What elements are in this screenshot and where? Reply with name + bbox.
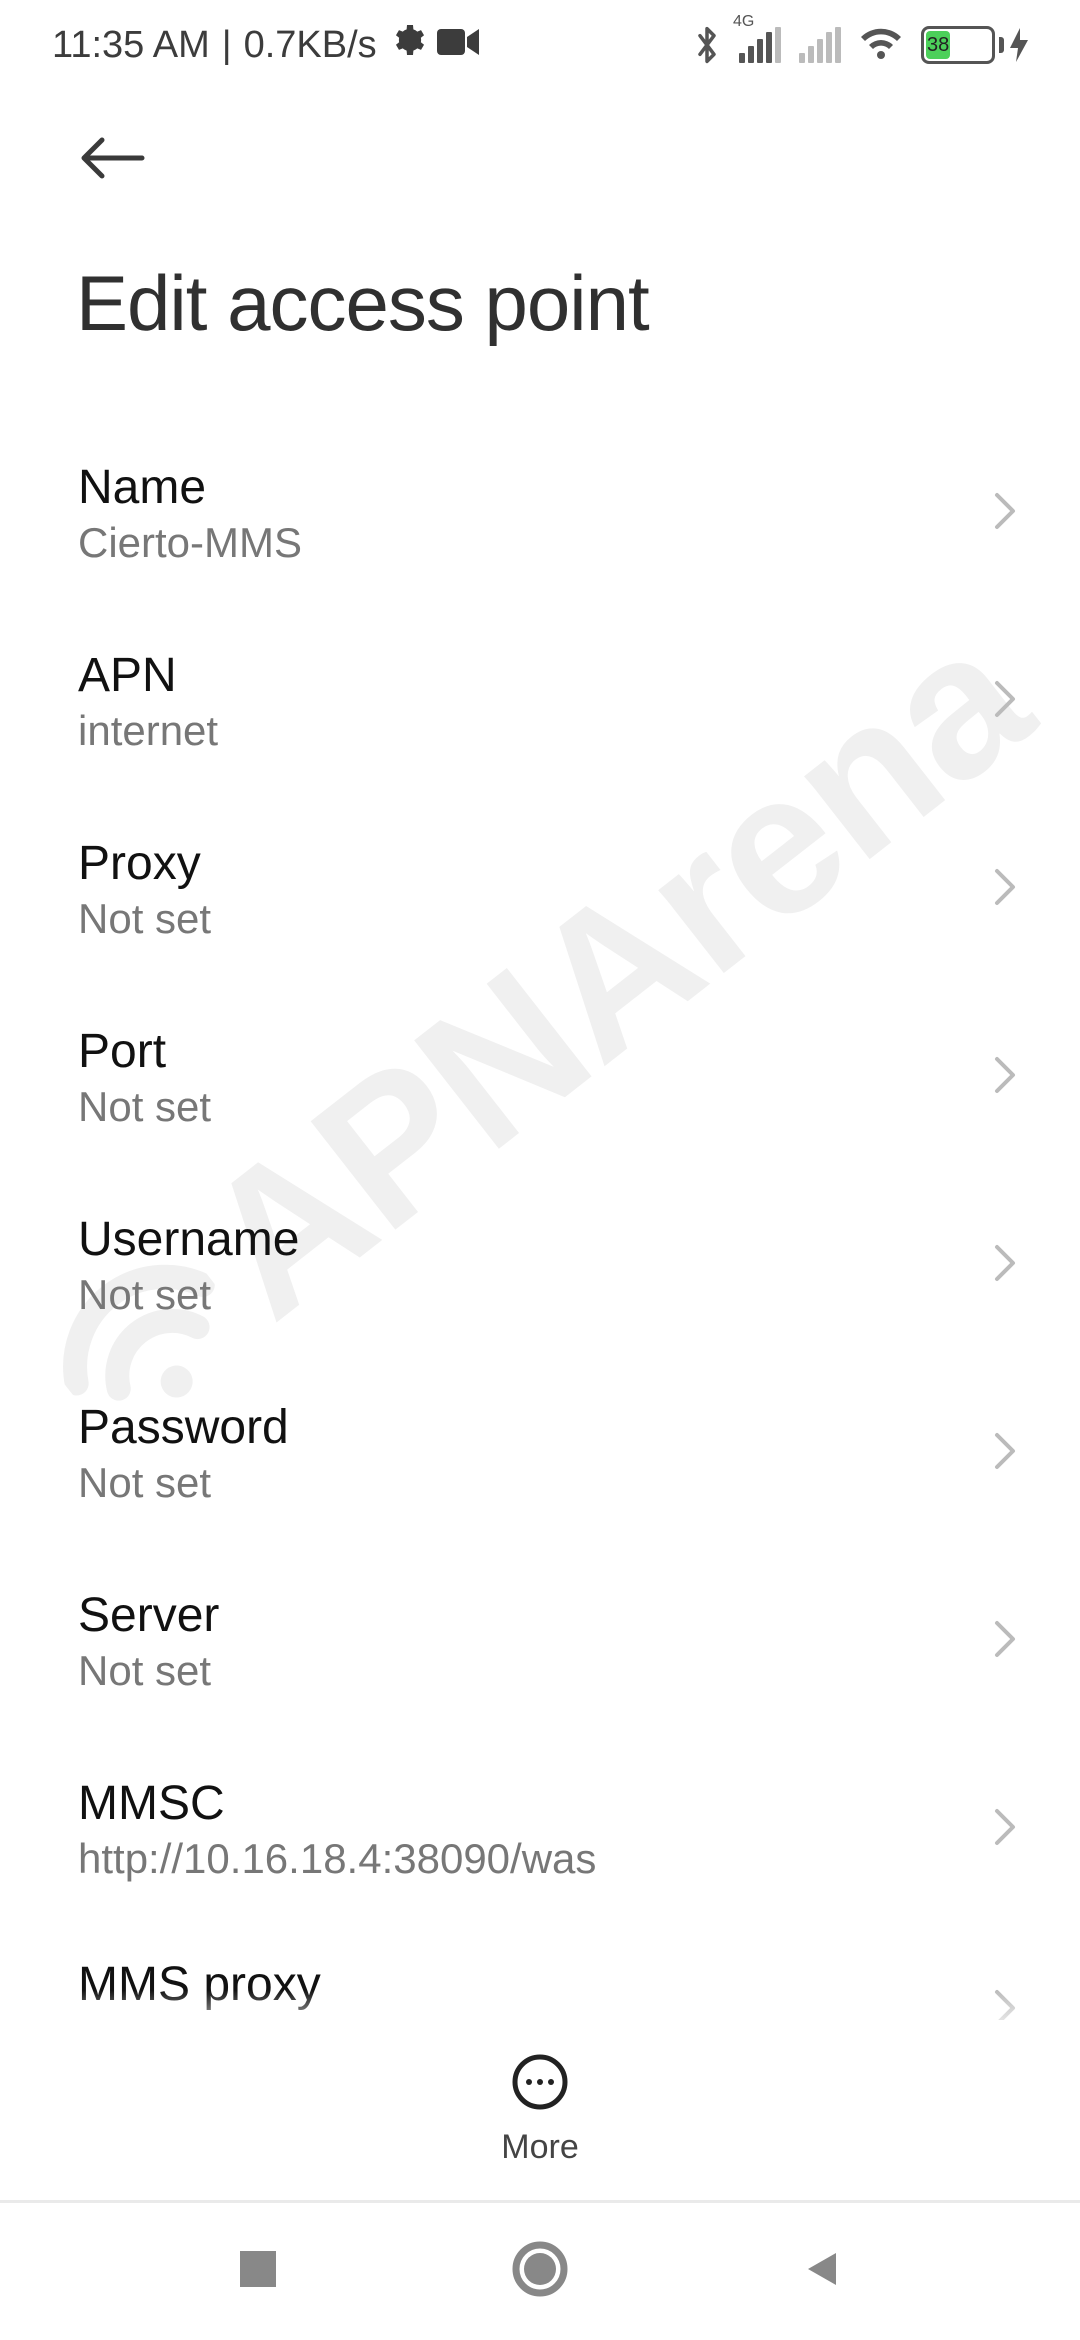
camera-icon [437, 24, 479, 67]
wifi-icon [859, 27, 903, 63]
setting-label: Port [78, 1024, 211, 1079]
settings-list: Name Cierto-MMS APN internet Proxy Not s… [0, 349, 1080, 2074]
more-label: More [501, 2128, 578, 2167]
status-time: 11:35 AM [52, 24, 210, 67]
setting-value: Not set [78, 895, 211, 943]
status-bar: 11:35 AM | 0.7KB/s 4G [0, 0, 1080, 90]
setting-value: Not set [78, 1647, 219, 1695]
nav-home-button[interactable] [512, 2241, 568, 2302]
status-separator: | [222, 24, 232, 67]
chevron-right-icon [992, 678, 1018, 725]
chevron-right-icon [992, 490, 1018, 537]
chevron-right-icon [992, 1242, 1018, 1289]
setting-label: APN [78, 648, 218, 703]
status-right: 4G 38 [693, 24, 1028, 66]
system-nav-bar [0, 2200, 1080, 2340]
setting-value: internet [78, 707, 218, 755]
network-type-badge: 4G [733, 13, 754, 31]
status-speed: 0.7KB/s [244, 24, 377, 67]
setting-row-proxy[interactable]: Proxy Not set [0, 795, 1080, 983]
back-button[interactable] [76, 118, 156, 198]
action-bar: More [0, 2020, 1080, 2200]
setting-row-mmsc[interactable]: MMSC http://10.16.18.4:38090/was [0, 1735, 1080, 1923]
setting-label: Proxy [78, 836, 211, 891]
setting-value: Not set [78, 1083, 211, 1131]
setting-value: http://10.16.18.4:38090/was [78, 1835, 596, 1883]
setting-row-server[interactable]: Server Not set [0, 1547, 1080, 1735]
charging-icon [1010, 28, 1028, 62]
signal-sim1: 4G [739, 27, 781, 63]
setting-row-name[interactable]: Name Cierto-MMS [0, 419, 1080, 607]
chevron-right-icon [992, 1806, 1018, 1853]
setting-label: Password [78, 1400, 289, 1455]
page-title: Edit access point [76, 258, 1028, 349]
battery-level: 38 [926, 31, 950, 59]
more-icon [511, 2053, 569, 2116]
setting-label: MMS proxy [78, 1957, 321, 2012]
setting-row-port[interactable]: Port Not set [0, 983, 1080, 1171]
gear-icon [389, 22, 425, 68]
setting-label: MMSC [78, 1776, 596, 1831]
battery-indicator: 38 [921, 26, 1028, 64]
nav-recents-button[interactable] [236, 2247, 280, 2296]
setting-row-username[interactable]: Username Not set [0, 1171, 1080, 1359]
setting-row-apn[interactable]: APN internet [0, 607, 1080, 795]
setting-row-password[interactable]: Password Not set [0, 1359, 1080, 1547]
nav-back-button[interactable] [800, 2247, 844, 2296]
chevron-right-icon [992, 866, 1018, 913]
more-button[interactable]: More [501, 2053, 578, 2167]
setting-value: Cierto-MMS [78, 519, 302, 567]
chevron-right-icon [992, 1430, 1018, 1477]
signal-sim2 [799, 27, 841, 63]
setting-label: Server [78, 1588, 219, 1643]
status-left: 11:35 AM | 0.7KB/s [52, 22, 479, 68]
setting-label: Username [78, 1212, 299, 1267]
setting-value: Not set [78, 1459, 289, 1507]
header: Edit access point [0, 90, 1080, 349]
bluetooth-icon [693, 24, 721, 66]
chevron-right-icon [992, 1054, 1018, 1101]
setting-value: Not set [78, 1271, 299, 1319]
setting-label: Name [78, 460, 302, 515]
chevron-right-icon [992, 1618, 1018, 1665]
